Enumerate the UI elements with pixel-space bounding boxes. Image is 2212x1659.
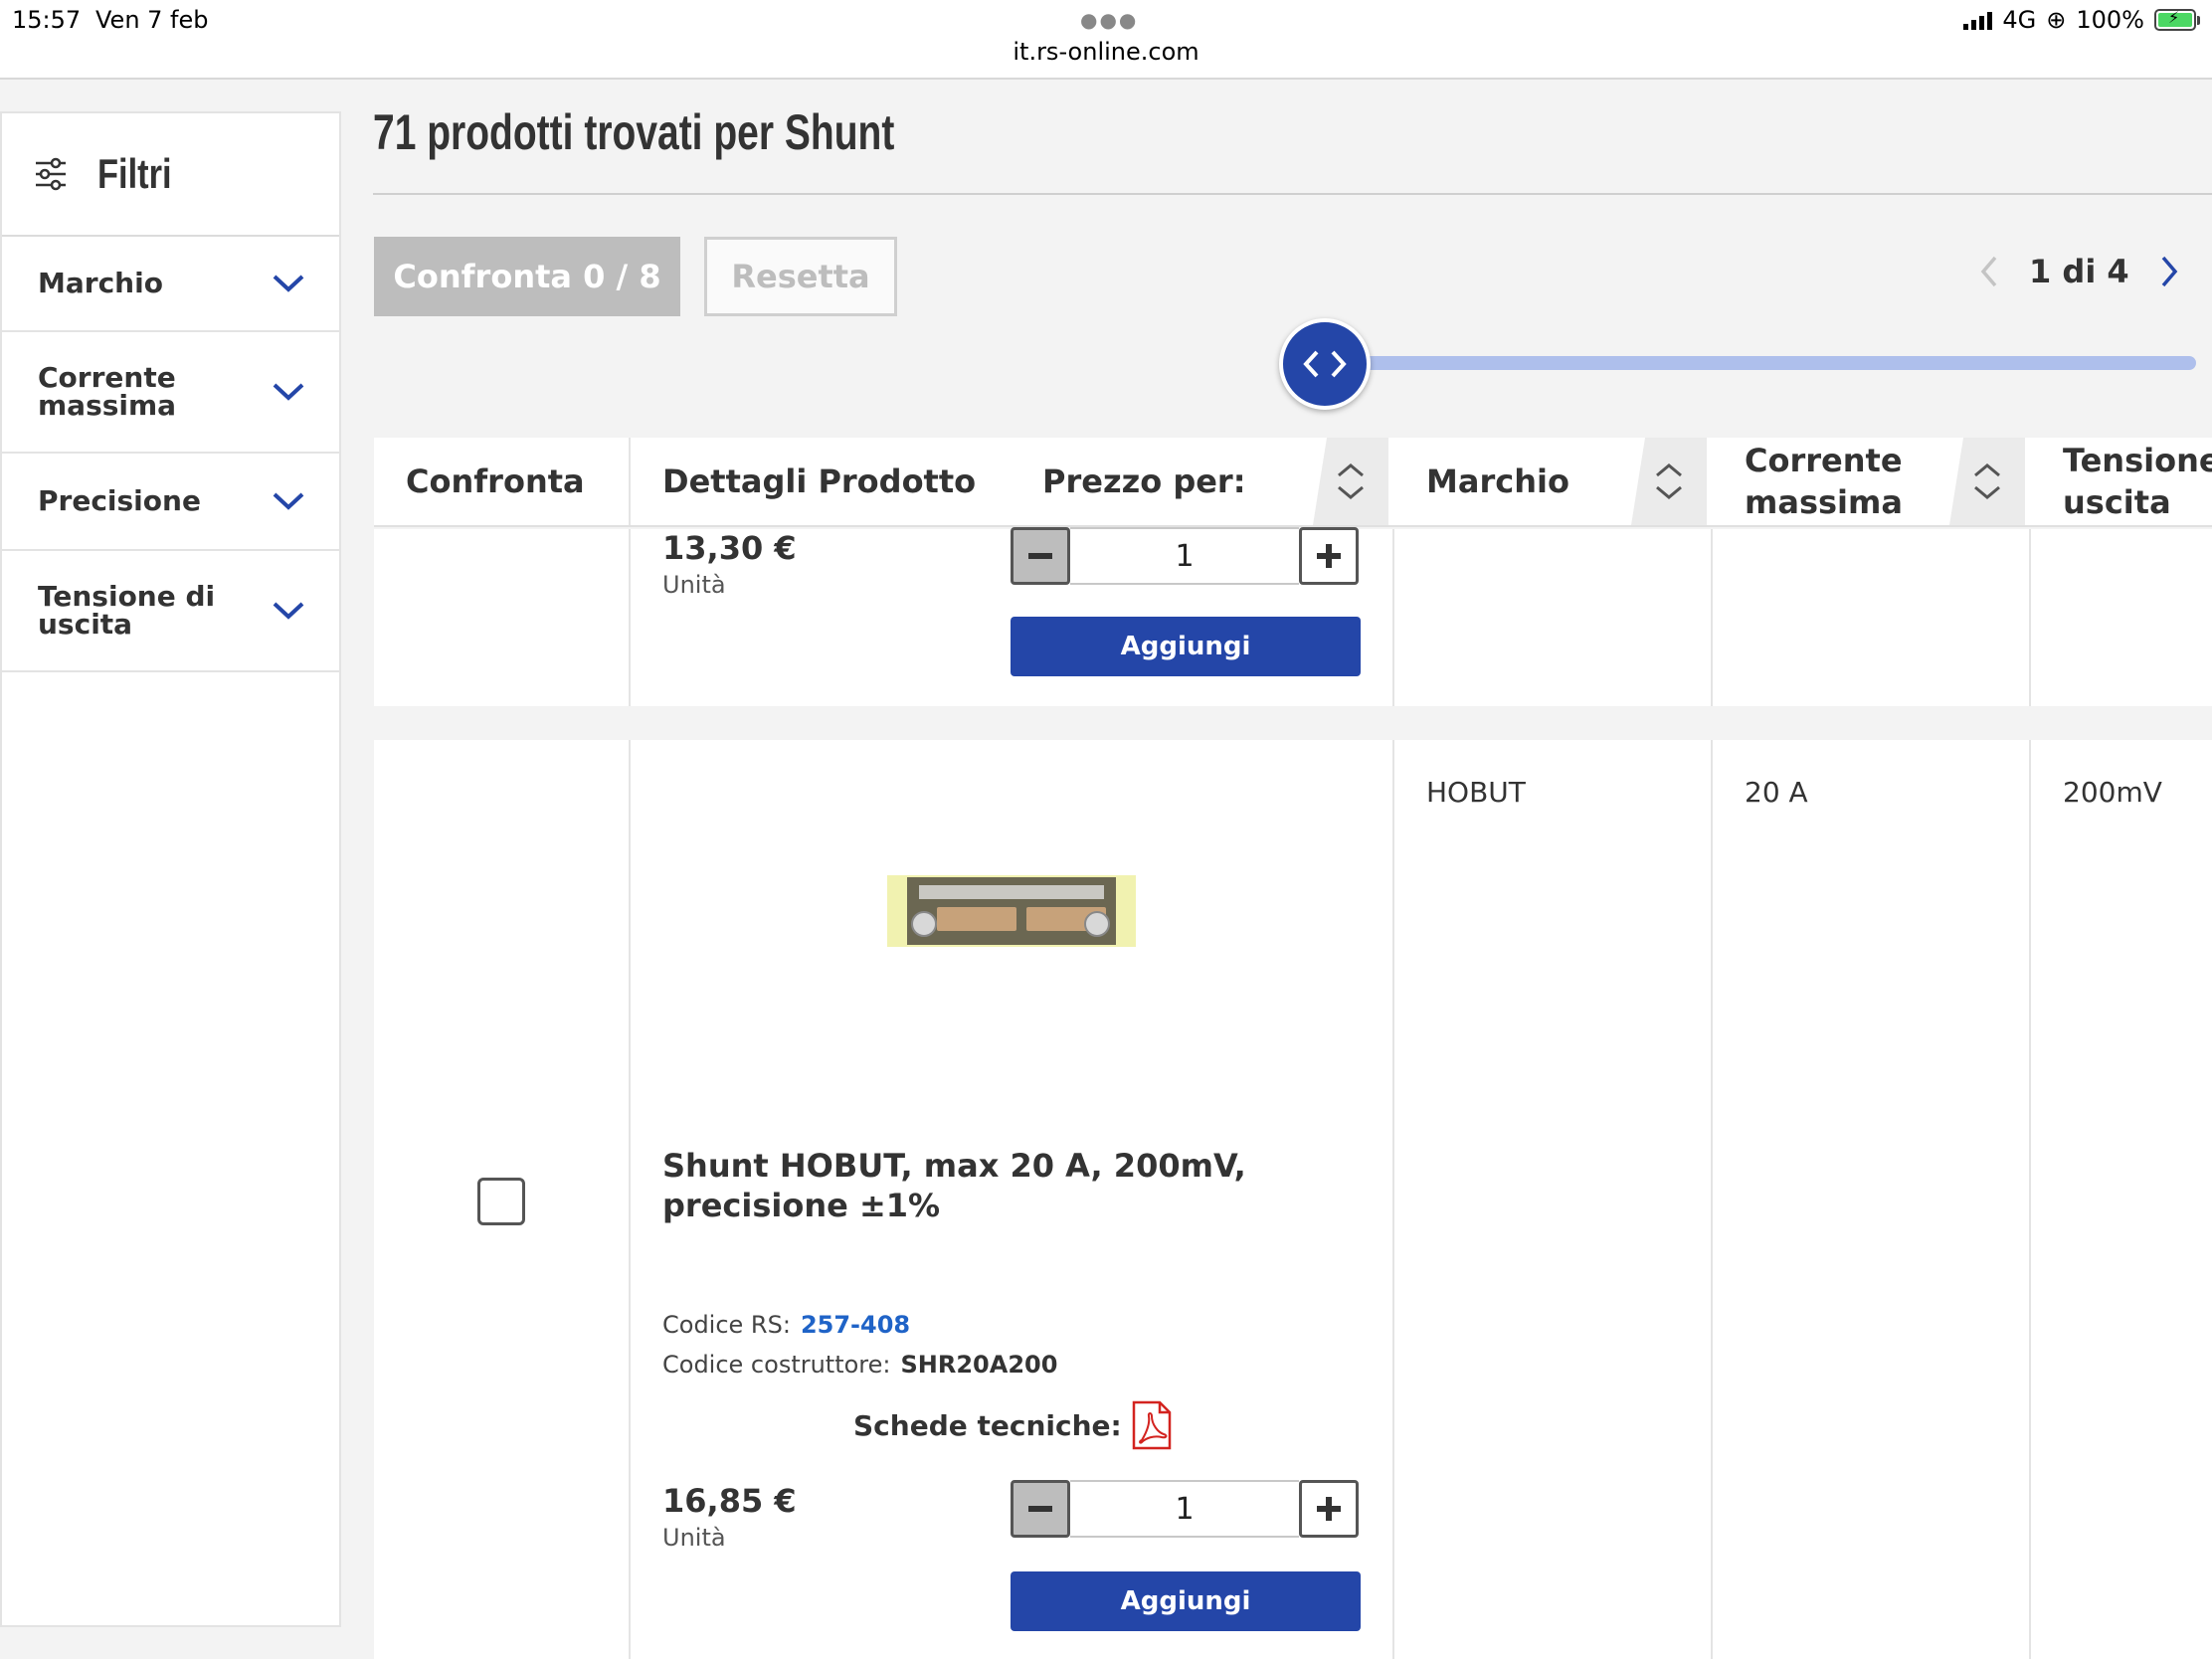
decrease-quantity-button[interactable] (1011, 1480, 1070, 1538)
output-voltage-value: 200mV (2063, 776, 2162, 809)
chevron-down-icon (273, 492, 304, 510)
column-divider (629, 438, 631, 525)
filter-sliders-icon (36, 157, 66, 191)
sort-brand-button[interactable] (1631, 438, 1707, 525)
header-compare: Confronta (406, 462, 585, 500)
filter-title: Filtri (97, 150, 172, 197)
plus-icon (1317, 1497, 1341, 1521)
header-output-voltage: Tensione uscita (2063, 442, 2212, 521)
filter-precision[interactable]: Precisione (2, 454, 339, 551)
product-price: 16,85 € (662, 1482, 797, 1520)
rotation-lock-icon: ⊕ (2046, 6, 2067, 34)
chevron-up-icon (1338, 463, 1364, 477)
table-header: Confronta Dettagli Prodotto Prezzo per: … (374, 438, 2212, 527)
sort-price-button[interactable] (1313, 438, 1388, 525)
clock: 15:57 (12, 6, 82, 34)
product-title[interactable]: Shunt HOBUT, max 20 A, 200mV, precisione… (662, 1146, 1379, 1225)
date: Ven 7 feb (95, 6, 209, 34)
column-divider (2029, 529, 2031, 706)
chevron-down-icon (273, 275, 304, 292)
chevron-down-icon (1656, 485, 1682, 499)
filter-max-current[interactable]: Corrente massima (2, 332, 339, 454)
network-type: 4G (2002, 6, 2037, 34)
quantity-stepper: 1 (1011, 1480, 1359, 1538)
add-to-cart-button[interactable]: Aggiungi (1011, 1571, 1361, 1631)
filter-label: Precisione (38, 484, 201, 517)
price-unit: Unità (662, 571, 726, 599)
mfr-code-label: Codice costruttore: (662, 1351, 891, 1379)
header-price: Prezzo per: (1042, 462, 1246, 500)
chevron-left-icon[interactable] (1979, 255, 1999, 288)
address-bar-url[interactable]: it.rs-online.com (0, 38, 2212, 66)
quantity-input[interactable]: 1 (1070, 1480, 1299, 1538)
plus-icon (1317, 544, 1341, 568)
more-dots-icon[interactable]: ●●● (1080, 8, 1138, 32)
signal-icon (1963, 10, 1993, 30)
divider (373, 193, 2212, 195)
horizontal-scroll-track[interactable] (1333, 356, 2196, 370)
column-divider (1711, 529, 1713, 706)
battery-icon (2154, 8, 2200, 31)
column-divider (1392, 740, 1394, 1659)
datasheets-label: Schede tecniche: (853, 1408, 1122, 1442)
product-image[interactable] (887, 875, 1136, 947)
reset-button[interactable]: Resetta (704, 237, 897, 316)
column-divider (2029, 740, 2031, 1659)
filter-header: Filtri (2, 113, 339, 237)
mfr-code-value: SHR20A200 (900, 1351, 1058, 1379)
battery-percent: 100% (2076, 6, 2144, 34)
chevron-up-icon (1974, 463, 2000, 477)
filter-label: Corrente massima (38, 361, 177, 422)
chevron-down-icon (273, 383, 304, 401)
max-current-value: 20 A (1745, 776, 1808, 809)
filter-output-voltage[interactable]: Tensione di uscita (2, 551, 339, 672)
rs-code-label: Codice RS: (662, 1311, 791, 1339)
arrows-left-right-icon (1303, 350, 1347, 378)
product-price: 13,30 € (662, 529, 797, 567)
decrease-quantity-button[interactable] (1011, 527, 1070, 585)
quantity-input[interactable]: 1 (1070, 527, 1299, 585)
page-title: 71 prodotti trovati per Shunt (373, 104, 895, 160)
pagination: 1 di 4 (1979, 253, 2179, 290)
column-divider (1392, 529, 1394, 706)
chevron-up-icon (1656, 463, 1682, 477)
filter-sidebar: Filtri Marchio Corrente massima Precisio… (0, 111, 341, 1627)
filter-label: Marchio (38, 267, 163, 299)
page-indicator: 1 di 4 (2029, 253, 2129, 290)
chevron-right-icon[interactable] (2159, 255, 2179, 288)
manufacturer-code: Codice costruttore: SHR20A200 (662, 1351, 1057, 1379)
header-brand: Marchio (1426, 462, 1569, 500)
datasheets: Schede tecniche: (853, 1400, 1174, 1450)
chevron-down-icon (273, 602, 304, 620)
header-max-current: Corrente massima (1745, 442, 1903, 521)
chevron-down-icon (1974, 485, 2000, 499)
chevron-down-icon (1338, 485, 1364, 499)
price-unit: Unità (662, 1524, 726, 1552)
minus-icon (1028, 553, 1052, 559)
header-product-details: Dettagli Prodotto (662, 462, 977, 500)
rs-code: Codice RS: 257-408 (662, 1311, 910, 1339)
rs-code-link[interactable]: 257-408 (801, 1311, 910, 1339)
filter-brand[interactable]: Marchio (2, 237, 339, 332)
sort-current-button[interactable] (1949, 438, 2025, 525)
minus-icon (1028, 1506, 1052, 1512)
increase-quantity-button[interactable] (1299, 527, 1359, 585)
column-divider (629, 740, 631, 1659)
filter-label: Tensione di uscita (38, 580, 216, 641)
compare-checkbox[interactable] (477, 1178, 525, 1225)
increase-quantity-button[interactable] (1299, 1480, 1359, 1538)
pdf-icon[interactable] (1130, 1400, 1174, 1450)
status-bar: 15:57 Ven 7 feb ●●● it.rs-online.com 4G … (0, 0, 2212, 80)
quantity-stepper: 1 (1011, 527, 1359, 585)
column-divider (1711, 740, 1713, 1659)
add-to-cart-button[interactable]: Aggiungi (1011, 617, 1361, 676)
brand-value: HOBUT (1426, 776, 1526, 809)
compare-button[interactable]: Confronta 0 / 8 (374, 237, 680, 316)
status-indicators: 4G ⊕ 100% (1963, 6, 2200, 34)
horizontal-scroll-handle[interactable] (1279, 318, 1371, 410)
column-divider (629, 529, 631, 706)
